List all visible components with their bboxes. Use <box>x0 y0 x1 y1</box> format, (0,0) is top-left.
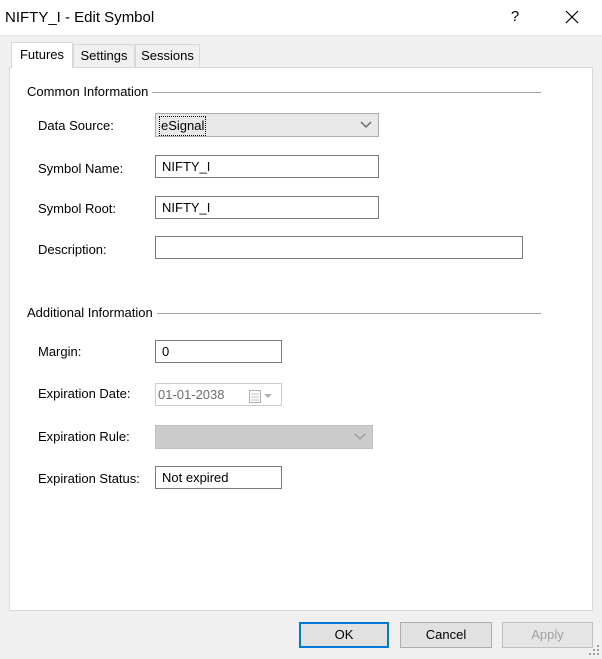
margin-label: Margin: <box>38 344 82 359</box>
symbol-name-input[interactable]: NIFTY_I <box>155 155 379 178</box>
margin-input[interactable]: 0 <box>155 340 282 363</box>
title-bar: NIFTY_I - Edit Symbol ? <box>0 0 602 36</box>
close-button[interactable] <box>560 6 584 28</box>
apply-button[interactable]: Apply <box>502 622 593 648</box>
cancel-button[interactable]: Cancel <box>400 622 492 648</box>
expiration-status-field: Not expired <box>155 466 282 489</box>
additional-info-title: Additional Information <box>27 305 157 320</box>
expiration-status-label: Expiration Status: <box>38 471 140 486</box>
expiration-rule-label: Expiration Rule: <box>38 429 130 444</box>
symbol-root-label: Symbol Root: <box>38 201 117 216</box>
expiration-date-label: Expiration Date: <box>38 386 131 401</box>
window-title: NIFTY_I - Edit Symbol <box>5 9 155 26</box>
expiration-date-picker[interactable]: 01-01-2038 <box>155 383 282 406</box>
resize-grip-icon[interactable] <box>588 644 600 656</box>
symbol-name-label: Symbol Name: <box>38 161 124 176</box>
ok-button[interactable]: OK <box>299 622 389 648</box>
chevron-down-icon <box>353 430 367 444</box>
calendar-dropdown-icon <box>249 388 275 409</box>
common-info-title: Common Information <box>27 84 153 99</box>
expiration-rule-combo[interactable] <box>155 425 373 449</box>
symbol-root-input[interactable]: NIFTY_I <box>155 196 379 219</box>
data-source-value: eSignal <box>159 116 207 136</box>
expiration-date-value: 01-01-2038 <box>158 387 225 402</box>
tab-futures[interactable]: Futures <box>11 42 73 68</box>
description-label: Description: <box>38 242 107 257</box>
tab-settings[interactable]: Settings <box>73 44 135 68</box>
data-source-label: Data Source: <box>38 118 114 133</box>
data-source-combo[interactable]: eSignal <box>155 113 379 137</box>
close-icon <box>565 10 579 24</box>
tab-sessions[interactable]: Sessions <box>135 44 200 68</box>
futures-panel: Common Information Data Source: eSignal … <box>9 67 593 611</box>
help-button[interactable]: ? <box>505 6 525 28</box>
description-input[interactable] <box>155 236 523 259</box>
chevron-down-icon <box>359 118 373 132</box>
